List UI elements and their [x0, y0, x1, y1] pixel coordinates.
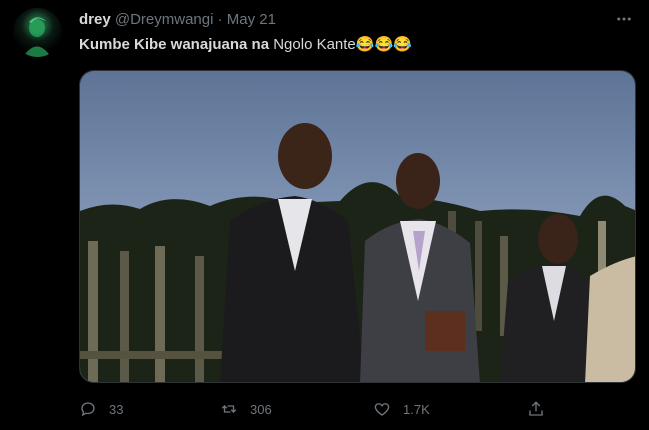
tweet-actions: 33 306 1.7K: [79, 397, 559, 421]
avatar[interactable]: [13, 8, 62, 57]
tweet-header: drey @Dreymwangi · May 21: [79, 10, 276, 30]
tweet-card[interactable]: drey @Dreymwangi · May 21 Kumbe Kibe wan…: [0, 0, 649, 430]
more-icon[interactable]: [613, 8, 635, 30]
like-count: 1.7K: [403, 401, 430, 417]
tweet-text-bold: Kumbe Kibe wanajuana na: [79, 36, 270, 53]
reply-count: 33: [109, 401, 124, 417]
tweet-date[interactable]: May 21: [227, 11, 276, 28]
retweet-count: 306: [250, 401, 272, 417]
tweet-text-rest: Ngolo Kante: [269, 36, 356, 53]
reply-button[interactable]: 33: [79, 397, 123, 421]
share-icon: [529, 401, 543, 416]
retweet-icon: [221, 405, 237, 413]
heart-icon: [374, 403, 390, 416]
like-button[interactable]: 1.7K: [373, 397, 430, 421]
tweet-text: Kumbe Kibe wanajuana na Ngolo Kante😂😂😂: [79, 35, 412, 55]
separator: ·: [217, 11, 223, 28]
share-button[interactable]: [527, 397, 557, 421]
author-handle[interactable]: @Dreymwangi: [115, 11, 214, 28]
tweet-photo[interactable]: [79, 70, 636, 383]
author-name[interactable]: drey: [79, 11, 111, 28]
reply-icon: [81, 402, 95, 417]
retweet-button[interactable]: 306: [220, 397, 272, 421]
tweet-emojis: 😂😂😂: [355, 36, 412, 53]
